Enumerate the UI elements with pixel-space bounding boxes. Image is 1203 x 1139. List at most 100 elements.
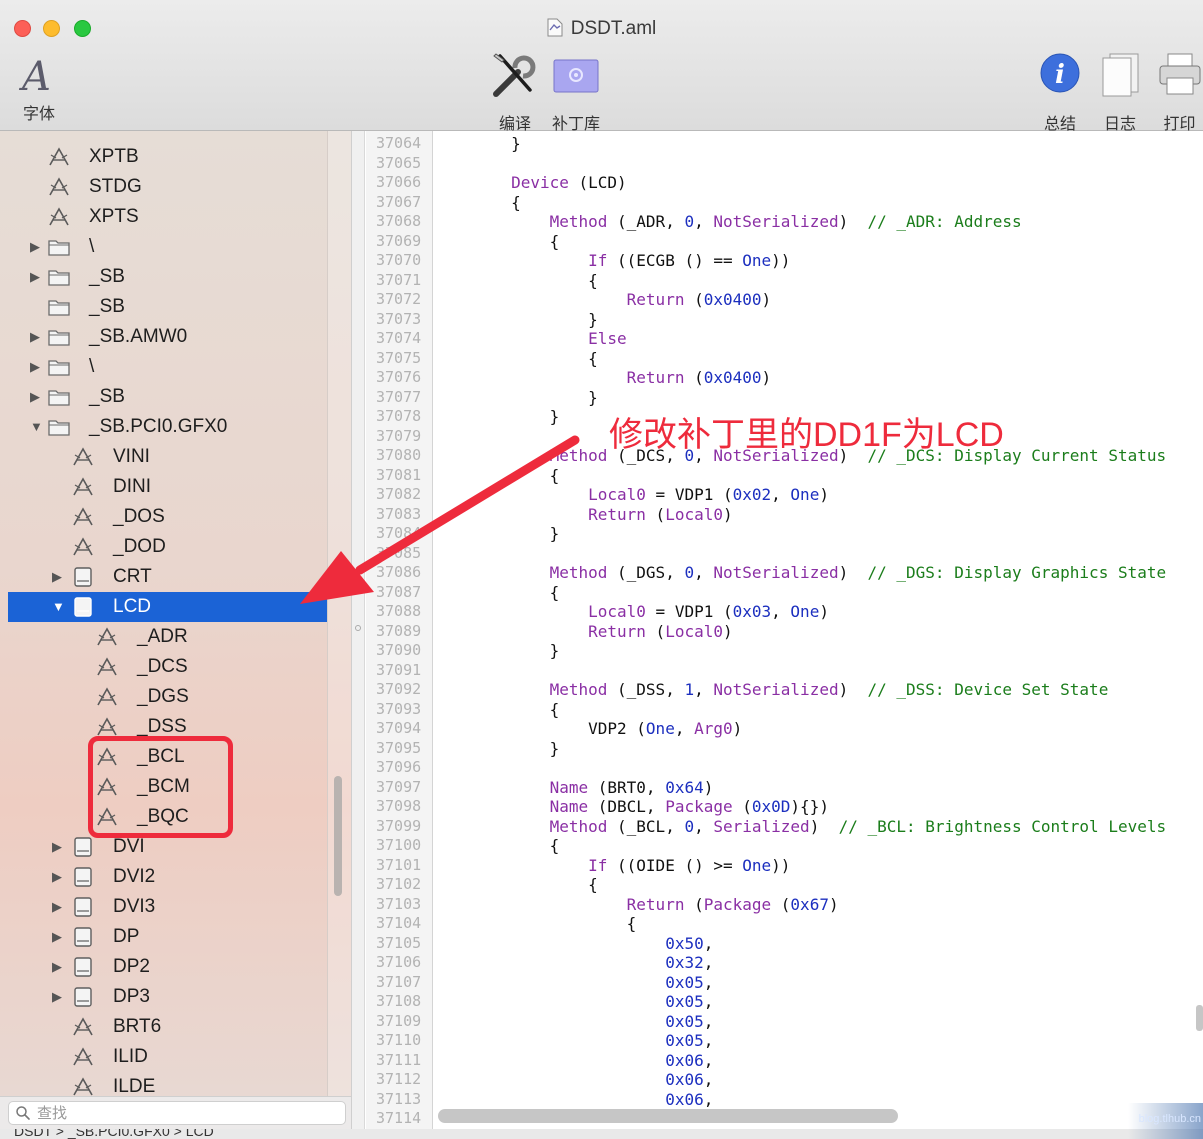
tree-row-sb[interactable]: ▶ _SB xyxy=(8,262,327,292)
tree-row-dos[interactable]: _DOS xyxy=(8,502,327,532)
tree-row-sbamw0[interactable]: ▶ _SB.AMW0 xyxy=(8,322,327,352)
tree-row-sbpci0gfx0[interactable]: ▼ _SB.PCI0.GFX0 xyxy=(8,412,327,442)
tree-row-ilde[interactable]: ILDE xyxy=(8,1072,327,1096)
tree-row-[interactable]: ▶ \ xyxy=(8,232,327,262)
method-icon xyxy=(72,1077,94,1096)
tree-row-sb[interactable]: ▶ _SB xyxy=(8,382,327,412)
search-input[interactable] xyxy=(37,1103,337,1123)
tree-row-vini[interactable]: VINI xyxy=(8,442,327,472)
document-icon xyxy=(547,18,563,37)
disclosure-expanded-icon[interactable]: ▼ xyxy=(30,419,43,434)
method-icon xyxy=(48,177,70,197)
disclosure-collapsed-icon[interactable]: ▶ xyxy=(30,389,42,404)
search-field[interactable] xyxy=(8,1101,346,1125)
font-icon: A xyxy=(22,54,51,100)
line-number: 37081 xyxy=(376,465,422,484)
log-tool-button[interactable]: 日志 xyxy=(1095,50,1145,133)
code-number: 0x32 xyxy=(665,953,704,972)
line-number: 37088 xyxy=(376,602,422,620)
disclosure-collapsed-icon[interactable]: ▶ xyxy=(30,269,42,284)
code-keyword: Arg0 xyxy=(694,719,733,738)
code-line: { xyxy=(434,914,637,933)
pane-splitter[interactable] xyxy=(351,131,365,1129)
outline-sidebar[interactable]: XPTB STDG XPTS ▶ \ ▶ _SB _SB ▶ _SB.AMW0 ▶ \ ▶ _SB ▼ _SB… xyxy=(0,131,351,1096)
line-number: 37101 xyxy=(376,855,422,874)
code-line: 0x05, xyxy=(665,1031,714,1050)
disclosure-collapsed-icon[interactable]: ▶ xyxy=(52,569,64,584)
tree-row-dcs[interactable]: _DCS xyxy=(8,652,327,682)
disclosure-collapsed-icon[interactable]: ▶ xyxy=(52,869,64,884)
line-number: 37076 xyxy=(376,368,422,386)
tree-row-dp2[interactable]: ▶ DP2 xyxy=(8,952,327,982)
line-number: 37072 xyxy=(376,290,422,308)
folder-icon xyxy=(48,237,70,257)
patch-tool-button[interactable]: 补丁库 xyxy=(546,50,606,133)
disclosure-collapsed-icon[interactable]: ▶ xyxy=(52,989,64,1004)
code-editor[interactable]: } Device (LCD) { Method (_ADR, 0, NotSer… xyxy=(434,131,1203,1129)
tree-row-label: _SB xyxy=(89,296,125,317)
tree-row-dvi3[interactable]: ▶ DVI3 xyxy=(8,892,327,922)
code-line: { xyxy=(434,465,560,485)
disclosure-collapsed-icon[interactable]: ▶ xyxy=(52,959,64,974)
code-number: 0 xyxy=(684,563,695,582)
tree-row-xpts[interactable]: XPTS xyxy=(8,202,327,232)
code-line: 0x50, xyxy=(665,933,714,953)
tree-row-crt[interactable]: ▶ CRT xyxy=(8,562,327,592)
tree-row-ilid[interactable]: ILID xyxy=(8,1042,327,1072)
tree-row-adr[interactable]: _ADR xyxy=(8,622,327,652)
tree-row-dvi2[interactable]: ▶ DVI2 xyxy=(8,862,327,892)
tree-row-brt6[interactable]: BRT6 xyxy=(8,1012,327,1042)
code-line: Return (Local0) xyxy=(588,504,733,524)
line-number: 37090 xyxy=(376,641,422,659)
tree-row-dini[interactable]: DINI xyxy=(8,472,327,502)
search-bar xyxy=(0,1096,351,1129)
font-tool-button[interactable]: A 字体 xyxy=(16,54,62,124)
line-number: 37078 xyxy=(376,407,422,425)
disclosure-collapsed-icon[interactable]: ▶ xyxy=(30,329,42,344)
tree-row-sb[interactable]: _SB xyxy=(8,292,327,322)
code-line: 0x32, xyxy=(665,953,714,972)
code-number: 0x64 xyxy=(665,777,704,797)
code-number: 0x02 xyxy=(732,485,772,504)
tree-row-xptb[interactable]: XPTB xyxy=(8,142,327,172)
print-tool-button[interactable]: 打印 xyxy=(1156,50,1203,133)
sidebar-scrollbar-thumb[interactable] xyxy=(334,776,342,896)
editor-horizontal-scrollbar[interactable] xyxy=(438,1109,898,1123)
sidebar-scrollbar-track[interactable] xyxy=(327,131,351,1096)
disclosure-collapsed-icon[interactable]: ▶ xyxy=(52,839,64,854)
line-number: 37098 xyxy=(376,797,422,815)
tree-row-dp3[interactable]: ▶ DP3 xyxy=(8,982,327,1012)
tree-row-label: DINI xyxy=(113,476,151,497)
tree-row-label: XPTB xyxy=(89,146,139,167)
tree-row-dod[interactable]: _DOD xyxy=(8,532,327,562)
tree-row-label: DP xyxy=(113,926,140,947)
method-icon xyxy=(72,1047,94,1067)
disclosure-collapsed-icon[interactable]: ▶ xyxy=(52,929,64,944)
tree-row-label: CRT xyxy=(113,566,152,587)
code-line: { xyxy=(434,582,560,602)
code-keyword: Return xyxy=(588,504,646,524)
code-line: { xyxy=(434,348,598,368)
patch-icon xyxy=(553,59,599,93)
tree-row-label: STDG xyxy=(89,176,142,197)
compile-tool-button[interactable]: 编译 xyxy=(490,50,540,133)
disclosure-collapsed-icon[interactable]: ▶ xyxy=(30,359,42,374)
tree-row-stdg[interactable]: STDG xyxy=(8,172,327,202)
title-bar: DSDT.aml A 字体 编译 补丁库 i 总结 日志 打印 xyxy=(0,0,1203,133)
splitter-handle-icon[interactable] xyxy=(355,625,361,631)
tree-row-dp[interactable]: ▶ DP xyxy=(8,922,327,952)
code-keyword: Return xyxy=(626,894,685,914)
disclosure-collapsed-icon[interactable]: ▶ xyxy=(52,899,64,914)
line-number: 37091 xyxy=(376,660,422,679)
tree-row-lcd[interactable]: ▼ LCD xyxy=(8,592,327,622)
summary-tool-button[interactable]: i 总结 xyxy=(1035,50,1085,133)
tree-row-[interactable]: ▶ \ xyxy=(8,352,327,382)
line-number: 37110 xyxy=(376,1031,422,1049)
editor-vertical-scrollbar[interactable] xyxy=(1196,1005,1203,1031)
code-comment: // _DSS: Device Set State xyxy=(867,680,1109,699)
disclosure-expanded-icon[interactable]: ▼ xyxy=(52,599,65,614)
code-number: One xyxy=(742,855,772,875)
tree-row-dgs[interactable]: _DGS xyxy=(8,682,327,712)
code-line: 0x06, xyxy=(665,1050,714,1070)
disclosure-collapsed-icon[interactable]: ▶ xyxy=(30,239,42,254)
